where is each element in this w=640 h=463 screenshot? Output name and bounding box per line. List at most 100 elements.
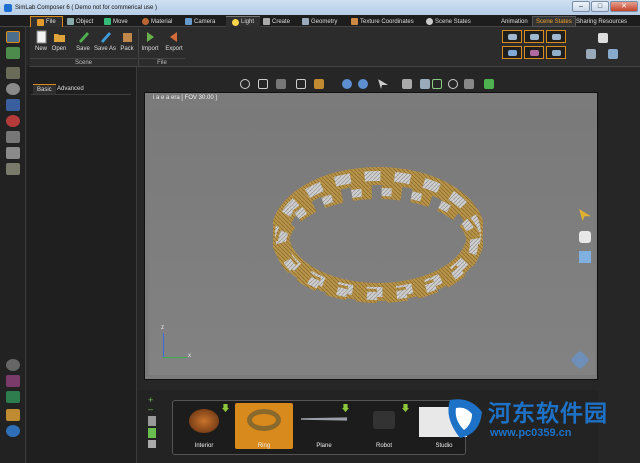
tab-object[interactable]: Object (67, 16, 93, 27)
file-group-label: File (139, 58, 185, 66)
open-button[interactable]: Open (48, 30, 70, 52)
vr-icon[interactable] (6, 391, 20, 403)
select-icon[interactable] (258, 79, 268, 89)
notes-icon[interactable] (6, 163, 20, 175)
palette-icon (530, 50, 539, 56)
edit-state-button[interactable] (502, 46, 522, 59)
close-button[interactable]: ✕ (610, 1, 638, 12)
robot-preview (373, 411, 395, 429)
tab-scene-states[interactable]: Scene States (426, 16, 471, 27)
plane-preview (301, 417, 347, 421)
edit-icon (508, 50, 517, 56)
refresh-state-button[interactable] (546, 46, 566, 59)
interior-preview (189, 409, 219, 433)
state-thumb-robot[interactable]: Robot (355, 403, 413, 449)
axis-z-line (163, 333, 164, 357)
viewport-canvas[interactable]: x z (149, 109, 595, 375)
pointer-icon[interactable] (378, 79, 388, 89)
scene-state-thumbnails: Interior Ring Plane Robot Studio (172, 400, 467, 455)
cameras-icon[interactable] (6, 99, 20, 111)
objects-icon[interactable] (6, 67, 20, 79)
export-view-icon[interactable] (484, 79, 494, 89)
camera-capture-icon (508, 34, 517, 40)
render-icon[interactable] (6, 131, 20, 143)
properties-panel: Basic Advanced (27, 67, 137, 463)
pack-icon (121, 30, 134, 44)
ring-preview (247, 409, 281, 431)
materials-icon[interactable] (6, 83, 20, 95)
library-icon[interactable] (6, 47, 20, 59)
tab-sharing-resources[interactable]: Sharing Resources (576, 16, 627, 27)
material-state-button[interactable] (524, 46, 544, 59)
ring-model[interactable] (273, 164, 483, 304)
more-icon[interactable] (148, 440, 156, 448)
window-title: SimLab Composer 6 ( Demo not for commeri… (15, 4, 158, 11)
view-icon[interactable] (296, 79, 306, 89)
cube-icon[interactable] (598, 33, 608, 43)
help-icon[interactable] (6, 425, 20, 437)
measure-icon[interactable] (579, 251, 591, 263)
settings-panel-icon[interactable] (6, 147, 20, 159)
update-state-button[interactable] (546, 30, 566, 43)
pack-button[interactable]: Pack (116, 30, 138, 52)
app-icon (4, 3, 12, 12)
scene-settings-icon[interactable] (586, 49, 596, 59)
view-cube-icon[interactable] (570, 350, 590, 370)
create-icon (263, 18, 270, 25)
state-thumb-plane[interactable]: Plane (295, 403, 353, 449)
zoom-icon[interactable] (448, 79, 458, 89)
new-file-icon (35, 30, 48, 44)
tab-create[interactable]: Create (263, 16, 290, 27)
geometry-icon (302, 18, 309, 25)
camera-view-icon[interactable] (314, 79, 324, 89)
save-icon (77, 30, 90, 44)
scene-tree-icon[interactable] (6, 31, 20, 43)
maximize-button[interactable]: □ (591, 1, 609, 12)
save-button[interactable]: Save (72, 30, 94, 52)
snap-icon[interactable] (420, 79, 430, 89)
export-button[interactable]: Export (163, 30, 185, 52)
import-button[interactable]: Import (139, 30, 161, 52)
view-state-button[interactable] (524, 30, 544, 43)
3d-viewport[interactable]: i a e a era [ FOV 30.00 ] x z (144, 92, 598, 380)
tab-advanced[interactable]: Advanced (53, 84, 88, 94)
download-icon[interactable] (148, 428, 156, 438)
minimize-button[interactable]: – (572, 1, 590, 12)
scene-states-icon (426, 18, 433, 25)
add-state-icon[interactable]: + (148, 396, 158, 405)
orbit-icon[interactable] (240, 79, 250, 89)
video-icon[interactable] (6, 375, 20, 387)
gear-icon[interactable] (6, 359, 20, 371)
tab-geometry[interactable]: Geometry (302, 16, 337, 27)
capture-state-button[interactable] (502, 30, 522, 43)
add-scene-icon[interactable] (608, 49, 618, 59)
tab-camera[interactable]: Camera (185, 16, 215, 27)
redo-icon[interactable] (358, 79, 368, 89)
viewport-header: i a e a era [ FOV 30.00 ] (153, 95, 218, 101)
remove-state-icon[interactable]: – (148, 404, 158, 414)
walk-icon[interactable] (276, 79, 286, 89)
grid-icon[interactable] (464, 79, 474, 89)
list-icon[interactable] (148, 416, 156, 426)
camera-icon (185, 18, 192, 25)
state-thumb-interior[interactable]: Interior (175, 403, 233, 449)
tab-animation[interactable]: Animation (501, 16, 528, 27)
object-icon (67, 18, 74, 25)
state-thumb-ring[interactable]: Ring (235, 403, 293, 449)
watermark-url: www.pc0359.cn (490, 427, 572, 439)
hand-pan-icon[interactable] (579, 231, 591, 243)
menu-bar: File Object Move Material Camera Light C… (0, 15, 640, 27)
tab-move[interactable]: Move (104, 16, 128, 27)
zoom-extents-icon[interactable] (432, 79, 442, 89)
transform-icon[interactable] (402, 79, 412, 89)
tab-light[interactable]: Light (226, 16, 261, 27)
tab-scene-states-active[interactable]: Scene States (532, 16, 576, 27)
tab-texture-coordinates[interactable]: Texture Coordinates (351, 16, 414, 27)
save-as-button[interactable]: Save As (94, 30, 116, 52)
tools-icon[interactable] (6, 409, 20, 421)
tab-material[interactable]: Material (142, 16, 172, 27)
lights-icon[interactable] (6, 115, 20, 127)
undo-icon[interactable] (342, 79, 352, 89)
file-icon (37, 18, 44, 26)
tab-file[interactable]: File (30, 16, 63, 27)
